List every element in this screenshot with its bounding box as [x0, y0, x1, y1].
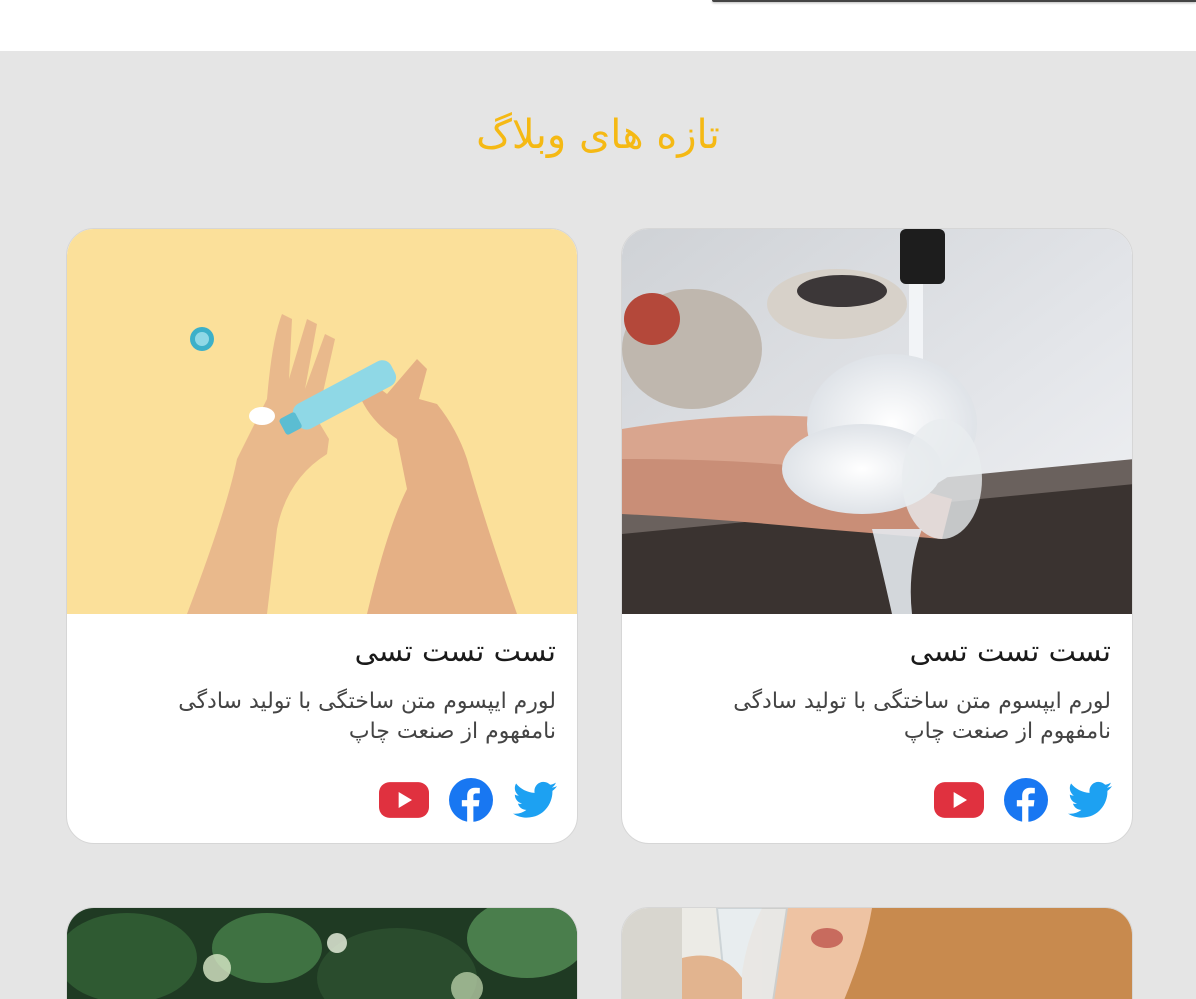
woman-drinking-water-photo[interactable] — [622, 908, 1132, 999]
top-header — [0, 0, 1196, 51]
card-title[interactable]: تست تست تسی — [910, 634, 1111, 668]
facebook-icon[interactable] — [449, 778, 493, 826]
section-title: تازه های وبلاگ — [476, 112, 720, 158]
twitter-icon[interactable] — [513, 781, 557, 823]
twitter-icon[interactable] — [1068, 781, 1112, 823]
blog-card[interactable]: تست تست تسی لورم ایپسوم متن ساختگی با تو… — [66, 228, 578, 844]
youtube-icon[interactable] — [934, 782, 984, 822]
trees-bokeh-photo[interactable] — [67, 908, 577, 999]
facebook-icon[interactable] — [1004, 778, 1048, 826]
card-excerpt: لورم ایپسوم متن ساختگی با تولید سادگی نا… — [733, 689, 1111, 744]
blog-card[interactable] — [621, 907, 1133, 999]
blog-card[interactable]: تست تست تسی لورم ایپسوم متن ساختگی با تو… — [621, 228, 1133, 844]
blog-card[interactable] — [66, 907, 578, 999]
social-links — [934, 778, 1112, 826]
social-links — [379, 778, 557, 826]
youtube-icon[interactable] — [379, 782, 429, 822]
card-title[interactable]: تست تست تسی — [355, 634, 556, 668]
hands-washing-with-soap-photo[interactable] — [622, 229, 1132, 614]
card-excerpt: لورم ایپسوم متن ساختگی با تولید سادگی نا… — [178, 689, 556, 744]
hand-cream-on-yellow-background-photo[interactable] — [67, 229, 577, 614]
header-search-bar[interactable] — [712, 0, 1196, 2]
